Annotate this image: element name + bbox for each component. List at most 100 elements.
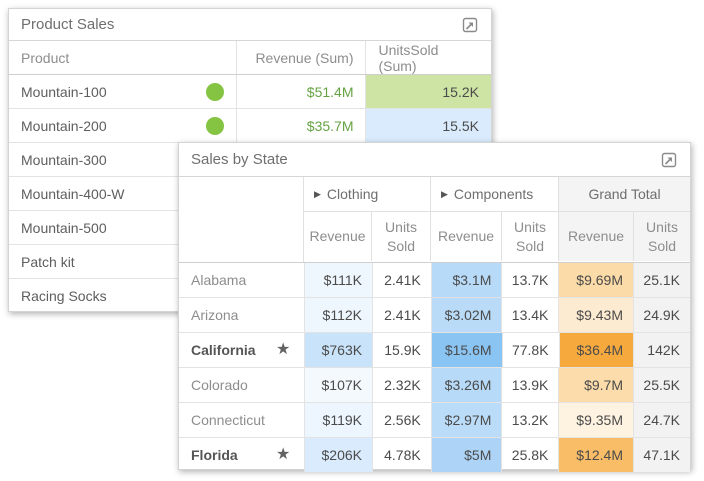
subheader-grandtotal-units[interactable]: Units Sold	[634, 212, 690, 261]
product-name: Mountain-200	[21, 118, 107, 134]
state-label-cell: Connecticut	[179, 403, 305, 437]
pivot-cell: 25.5K	[634, 368, 690, 402]
maximize-button[interactable]	[658, 149, 680, 171]
pivot-cell: $36.4M	[560, 333, 635, 367]
state-label: Connecticut	[191, 412, 265, 428]
pivot-row[interactable]: Colorado $107K 2.32K $3.26M 13.9K $9.7M …	[179, 368, 690, 403]
favorite-star-icon: ★	[276, 447, 290, 463]
pivot-cell: 15.9K	[373, 333, 432, 367]
pivot-cell: $206K	[305, 438, 373, 472]
pivot-cell: $9.69M	[559, 263, 634, 297]
state-label-cell: Colorado	[179, 368, 305, 402]
group-header-components[interactable]: ▶ Components	[431, 177, 559, 211]
pivot-cell: 24.9K	[634, 298, 690, 332]
filter-indicator-dot	[206, 83, 224, 101]
pivot-corner-cell	[179, 177, 304, 262]
pivot-cell: $15.6M	[432, 333, 503, 367]
product-sales-header-row: Product Revenue (Sum) UnitsSold (Sum)	[9, 41, 491, 75]
subheader-clothing-revenue[interactable]: Revenue	[304, 212, 372, 261]
group-label: Components	[454, 186, 533, 202]
subheader-grandtotal-revenue[interactable]: Revenue	[559, 212, 634, 261]
pivot-row[interactable]: Florida ★ $206K 4.78K $5M 25.8K $12.4M 47…	[179, 438, 690, 472]
units-value: 15.5K	[366, 109, 491, 142]
state-label: Alabama	[191, 272, 246, 288]
pivot-cell: 13.9K	[502, 368, 559, 402]
revenue-value: $35.7M	[237, 109, 366, 142]
favorite-star-icon: ★	[276, 342, 290, 358]
expand-arrow-icon[interactable]: ▶	[441, 189, 448, 200]
state-label: Arizona	[191, 307, 238, 323]
revenue-value: $51.4M	[237, 75, 366, 108]
state-label-cell: Alabama	[179, 263, 305, 297]
pivot-cell: $9.43M	[559, 298, 634, 332]
pivot-cell: 47.1K	[634, 438, 690, 472]
pivot-cell: 2.41K	[373, 298, 432, 332]
pivot-subheader-row: Revenue Units Sold Revenue Units Sold Re…	[304, 212, 690, 261]
subheader-clothing-units[interactable]: Units Sold	[372, 212, 431, 261]
pivot-cell: 13.4K	[502, 298, 559, 332]
column-header-revenue[interactable]: Revenue (Sum)	[237, 41, 366, 74]
group-label: Clothing	[327, 186, 378, 202]
group-header-clothing[interactable]: ▶ Clothing	[304, 177, 431, 211]
product-name: Patch kit	[21, 254, 75, 270]
state-label: Florida	[191, 447, 238, 463]
subheader-components-units[interactable]: Units Sold	[502, 212, 559, 261]
pivot-row[interactable]: Alabama $111K 2.41K $3.1M 13.7K $9.69M 2…	[179, 263, 690, 298]
product-name: Mountain-300	[21, 152, 107, 168]
state-label-cell: California ★	[179, 333, 305, 367]
pivot-cell: 24.7K	[634, 403, 690, 437]
maximize-icon	[660, 151, 678, 169]
pivot-row[interactable]: Connecticut $119K 2.56K $2.97M 13.2K $9.…	[179, 403, 690, 438]
filter-indicator-dot	[206, 117, 224, 135]
pivot-cell: $3.26M	[432, 368, 503, 402]
pivot-cell: $12.4M	[559, 438, 634, 472]
pivot-cell: $3.1M	[432, 263, 503, 297]
pivot-cell: 25.8K	[502, 438, 559, 472]
pivot-cell: $107K	[305, 368, 373, 402]
product-name: Mountain-500	[21, 220, 107, 236]
product-name: Racing Socks	[21, 288, 107, 304]
pivot-cell: 2.41K	[373, 263, 432, 297]
maximize-button[interactable]	[459, 14, 481, 36]
pivot-row[interactable]: Arizona $112K 2.41K $3.02M 13.4K $9.43M …	[179, 298, 690, 333]
pivot-header: ▶ Clothing ▶ Components Grand Total Reve…	[179, 177, 690, 263]
state-label: Colorado	[191, 377, 248, 393]
subheader-components-revenue[interactable]: Revenue	[431, 212, 502, 261]
sales-by-state-card: Sales by State ▶ Clothing ▶ Compon	[178, 142, 691, 470]
pivot-cell: $3.02M	[432, 298, 503, 332]
pivot-group-header-row: ▶ Clothing ▶ Components Grand Total	[304, 177, 690, 212]
pivot-cell: $2.97M	[432, 403, 503, 437]
pivot-cell: 2.56K	[373, 403, 432, 437]
sales-by-state-titlebar: Sales by State	[179, 143, 690, 177]
pivot-cell: $5M	[432, 438, 503, 472]
maximize-icon	[461, 16, 479, 34]
pivot-cell: $9.7M	[559, 368, 634, 402]
column-header-unitssold[interactable]: UnitsSold (Sum)	[366, 41, 491, 74]
pivot-cell: $119K	[305, 403, 373, 437]
expand-arrow-icon[interactable]: ▶	[314, 189, 321, 200]
pivot-cell: 2.32K	[373, 368, 432, 402]
units-value: 15.2K	[366, 75, 491, 108]
pivot-cell: 13.2K	[502, 403, 559, 437]
state-label-cell: Florida ★	[179, 438, 305, 472]
product-name: Mountain-400-W	[21, 186, 125, 202]
group-label: Grand Total	[588, 186, 660, 202]
pivot-row[interactable]: California ★ $763K 15.9K $15.6M 77.8K $36…	[179, 333, 690, 368]
state-label: California	[191, 342, 256, 358]
group-header-grand-total: Grand Total	[559, 177, 690, 211]
column-header-product[interactable]: Product	[9, 41, 237, 74]
table-row[interactable]: Mountain-100 $51.4M 15.2K	[9, 75, 491, 109]
state-label-cell: Arizona	[179, 298, 305, 332]
pivot-cell: 4.78K	[373, 438, 432, 472]
pivot-cell: $763K	[305, 333, 373, 367]
card-title: Sales by State	[191, 151, 658, 168]
pivot-cell: 25.1K	[634, 263, 690, 297]
product-sales-titlebar: Product Sales	[9, 9, 491, 41]
table-row[interactable]: Mountain-200 $35.7M 15.5K	[9, 109, 491, 143]
pivot-cell: 77.8K	[503, 333, 560, 367]
pivot-cell: $111K	[305, 263, 373, 297]
pivot-cell: $9.35M	[559, 403, 634, 437]
pivot-cell: $112K	[305, 298, 373, 332]
product-name: Mountain-100	[21, 84, 107, 100]
card-title: Product Sales	[21, 16, 459, 33]
